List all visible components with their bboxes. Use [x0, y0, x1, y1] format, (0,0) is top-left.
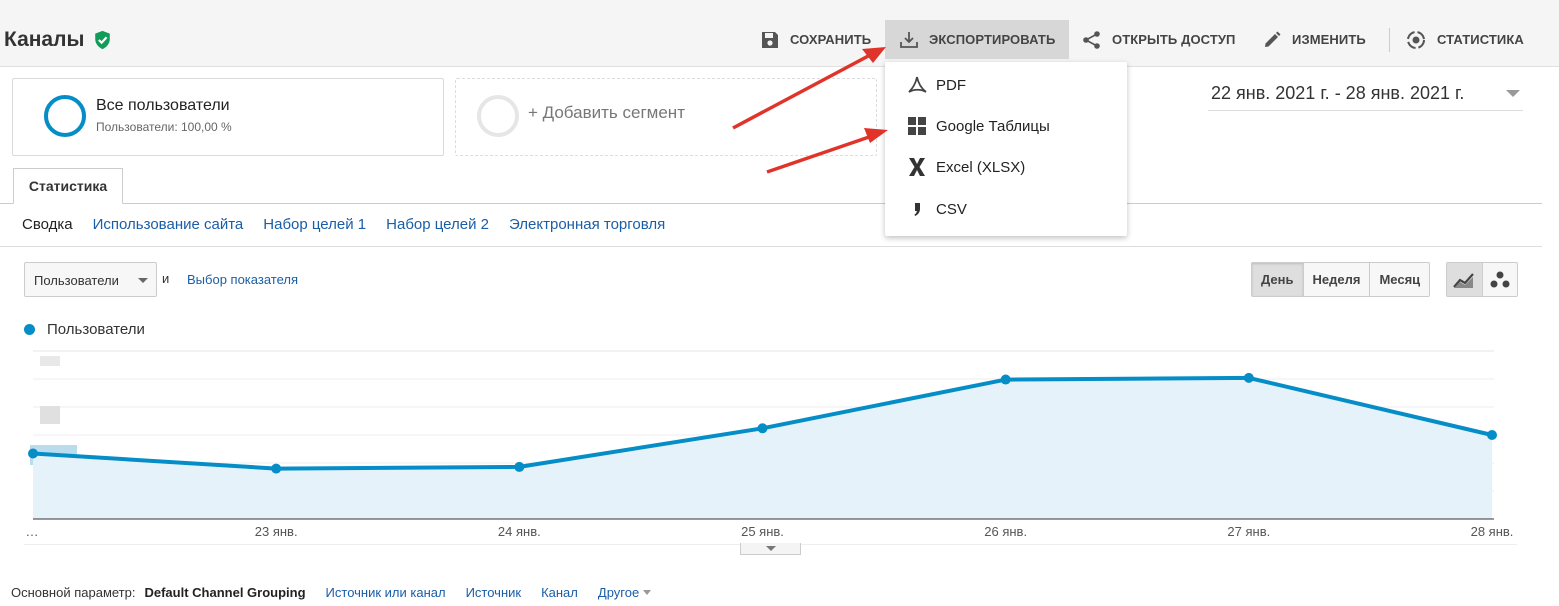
- add-segment-label: + Добавить сегмент: [528, 103, 685, 122]
- subnav-ecommerce[interactable]: Электронная торговля: [509, 216, 665, 233]
- motion-chart-icon: [1490, 271, 1510, 287]
- line-chart-button[interactable]: [1447, 263, 1483, 296]
- period-month-button[interactable]: Месяц: [1370, 263, 1429, 296]
- export-button[interactable]: ЭКСПОРТИРОВАТЬ: [885, 20, 1069, 59]
- export-pdf-item[interactable]: PDF: [885, 65, 1127, 105]
- date-range-text: 22 янв. 2021 г. - 28 янв. 2021 г.: [1211, 83, 1465, 103]
- segment-percent: Пользователи: 100,00 %: [96, 120, 232, 134]
- export-google-sheets-item[interactable]: Google Таблицы: [885, 106, 1127, 146]
- tab-divider: [0, 203, 1542, 204]
- metric-select-value: Пользователи: [34, 273, 119, 288]
- series-dot: [24, 324, 35, 335]
- x-tick-label: …: [26, 524, 39, 539]
- x-tick-label: 24 янв.: [498, 524, 541, 539]
- data-point[interactable]: [514, 461, 525, 472]
- x-tick-label: 23 янв.: [255, 524, 298, 539]
- period-toggle: День Неделя Месяц: [1251, 262, 1431, 297]
- add-segment-card[interactable]: + Добавить сегмент: [455, 78, 877, 156]
- subnav-goal-set-1[interactable]: Набор целей 1: [263, 216, 366, 233]
- edit-button[interactable]: ИЗМЕНИТЬ: [1262, 20, 1366, 59]
- chart-type-toggle: [1446, 262, 1518, 297]
- report-subnav: Сводка Использование сайта Набор целей 1…: [22, 216, 665, 233]
- primary-dimension-bar: Основной параметр: Default Channel Group…: [11, 585, 652, 600]
- share-icon: [1083, 30, 1100, 49]
- x-tick-label: 26 янв.: [984, 524, 1027, 539]
- chevron-down-icon: [1506, 90, 1520, 97]
- dimension-selected: Default Channel Grouping: [144, 585, 306, 600]
- choose-metric-link[interactable]: Выбор показателя: [187, 272, 298, 287]
- chevron-down-icon: [138, 278, 148, 283]
- export-excel-item[interactable]: Excel (XLSX): [885, 147, 1127, 187]
- tab-statistics[interactable]: Статистика: [13, 168, 123, 204]
- subnav-site-usage[interactable]: Использование сайта: [93, 216, 244, 233]
- data-point[interactable]: [271, 463, 282, 474]
- series-area: [33, 377, 1492, 519]
- export-google-sheets-label: Google Таблицы: [936, 117, 1050, 135]
- share-button[interactable]: ОТКРЫТЬ ДОСТУП: [1082, 20, 1236, 59]
- primary-dimension-label: Основной параметр:: [11, 585, 136, 600]
- csv-icon: [903, 198, 931, 220]
- save-button-label: СОХРАНИТЬ: [790, 32, 872, 47]
- chart-collapse-toggle[interactable]: [740, 543, 801, 555]
- statistics-button-label: СТАТИСТИКА: [1437, 32, 1524, 47]
- subnav-goal-set-2[interactable]: Набор целей 2: [386, 216, 489, 233]
- dimension-other-label: Другое: [597, 585, 640, 600]
- data-point[interactable]: [1000, 374, 1011, 385]
- export-csv-item[interactable]: CSV: [885, 189, 1127, 229]
- subnav-divider: [0, 246, 1542, 247]
- pdf-icon: [903, 74, 931, 96]
- save-icon: [762, 31, 778, 48]
- x-tick-label: 25 янв.: [741, 524, 784, 539]
- dimension-source[interactable]: Источник: [466, 585, 522, 600]
- period-day-button[interactable]: День: [1252, 263, 1304, 296]
- dimension-other-dropdown[interactable]: Другое: [597, 585, 652, 600]
- users-chart: … 23 янв. 24 янв. 25 янв. 26 янв. 27 янв. 28 я…: [24, 350, 1517, 545]
- x-tick-label: 28 янв.: [1471, 524, 1514, 539]
- insights-icon: [1407, 30, 1425, 49]
- data-point[interactable]: [28, 448, 38, 459]
- legend-label: Пользователи: [47, 321, 145, 338]
- motion-chart-button[interactable]: [1483, 263, 1518, 296]
- x-tick-label: 27 янв.: [1227, 524, 1270, 539]
- chevron-down-icon: [766, 546, 776, 551]
- empty-segment-ring-icon: [477, 95, 519, 137]
- excel-icon: [903, 156, 931, 178]
- subnav-summary[interactable]: Сводка: [22, 216, 73, 233]
- segment-name: Все пользователи: [96, 97, 230, 114]
- edit-button-label: ИЗМЕНИТЬ: [1292, 32, 1366, 47]
- segment-ring-icon: [44, 95, 86, 137]
- export-dropdown-menu: PDF Google Таблицы Excel (XLSX) CSV: [885, 62, 1127, 236]
- dimension-source-medium[interactable]: Источник или канал: [326, 585, 446, 600]
- export-excel-label: Excel (XLSX): [936, 158, 1026, 176]
- google-sheets-icon: [903, 115, 931, 137]
- line-chart-icon: [1453, 272, 1475, 288]
- data-point[interactable]: [1487, 430, 1497, 440]
- share-button-label: ОТКРЫТЬ ДОСТУП: [1112, 32, 1236, 47]
- metric-select[interactable]: Пользователи: [24, 262, 157, 297]
- segment-all-users[interactable]: Все пользователи Пользователи: 100,00 %: [12, 78, 444, 156]
- date-range-picker[interactable]: 22 янв. 2021 г. - 28 янв. 2021 г.: [1208, 80, 1523, 111]
- statistics-button[interactable]: СТАТИСТИКА: [1405, 20, 1524, 59]
- and-label: и: [162, 271, 170, 286]
- pencil-icon: [1265, 31, 1281, 47]
- page-title: Каналы: [4, 28, 85, 51]
- period-week-button[interactable]: Неделя: [1304, 263, 1371, 296]
- chevron-down-icon: [643, 590, 652, 595]
- export-button-label: ЭКСПОРТИРОВАТЬ: [929, 32, 1056, 47]
- dimension-medium[interactable]: Канал: [541, 585, 578, 600]
- save-button[interactable]: СОХРАНИТЬ: [760, 20, 871, 59]
- verified-shield-icon: [95, 30, 110, 50]
- export-pdf-label: PDF: [936, 76, 966, 94]
- chart-legend: Пользователи: [24, 321, 145, 338]
- data-point[interactable]: [757, 423, 768, 434]
- top-toolbar: Каналы СОХРАНИТЬ ЭКСПОРТИРОВАТЬ ОТКРЫТЬ …: [0, 0, 1559, 67]
- download-icon: [900, 31, 918, 48]
- data-point[interactable]: [1243, 372, 1254, 383]
- toolbar-divider: [1389, 28, 1390, 52]
- export-csv-label: CSV: [936, 200, 967, 218]
